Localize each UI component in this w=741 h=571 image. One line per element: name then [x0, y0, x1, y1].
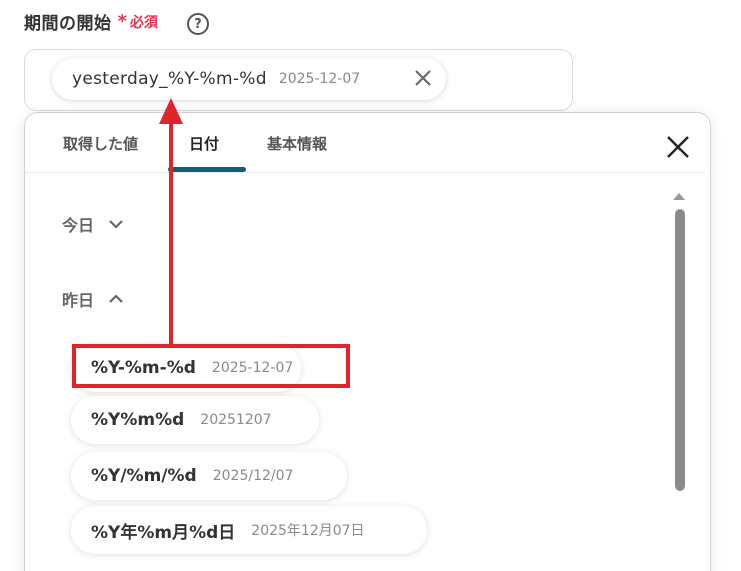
tab-date[interactable]: 日付 — [189, 133, 219, 154]
option-date-japanese[interactable]: %Y年%m月%d日 2025年12月07日 — [71, 506, 427, 554]
tab-acquired-values[interactable]: 取得した値 — [63, 133, 138, 154]
scrollbar-thumb[interactable] — [675, 209, 685, 491]
option-preview: 2025年12月07日 — [251, 523, 365, 539]
help-icon[interactable]: ? — [187, 13, 209, 35]
value-picker-panel: 取得した値 日付 基本情報 今日 昨日 %Y-%m-%d 2025-12-07 … — [24, 112, 711, 571]
option-date-slash[interactable]: %Y/%m/%d 2025/12/07 — [71, 452, 347, 500]
selected-token[interactable]: yesterday_%Y-%m-%d 2025-12-07 — [52, 58, 446, 100]
chevron-up-icon — [109, 294, 123, 303]
required-badge: 必須 — [129, 14, 158, 31]
option-date-compact[interactable]: %Y%m%d 20251207 — [71, 396, 319, 444]
group-label: 今日 — [62, 216, 95, 235]
close-icon[interactable] — [412, 67, 434, 89]
option-preview: 20251207 — [200, 412, 272, 428]
group-yesterday[interactable]: 昨日 — [62, 287, 124, 311]
required-star: * — [117, 11, 127, 32]
group-label: 昨日 — [62, 291, 95, 310]
chevron-down-icon — [109, 220, 123, 229]
active-tab-indicator — [168, 167, 246, 172]
field-title: 期間の開始 — [24, 14, 112, 34]
field-label: 期間の開始 * 必須 — [24, 9, 158, 34]
annotation-highlight-box — [72, 344, 350, 388]
option-preview: 2025/12/07 — [212, 468, 294, 484]
option-format: %Y/%m/%d — [91, 466, 197, 486]
option-format: %Y年%m月%d日 — [91, 522, 236, 543]
option-format: %Y%m%d — [91, 410, 185, 430]
group-today[interactable]: 今日 — [62, 212, 124, 236]
token-preview: 2025-12-07 — [278, 71, 361, 87]
token-value: yesterday_%Y-%m-%d — [72, 69, 267, 89]
close-icon[interactable] — [664, 133, 692, 161]
scroll-up-arrow-icon[interactable] — [673, 193, 685, 200]
tab-basic-info[interactable]: 基本情報 — [267, 133, 327, 154]
tab-bar: 取得した値 日付 基本情報 — [25, 113, 705, 173]
